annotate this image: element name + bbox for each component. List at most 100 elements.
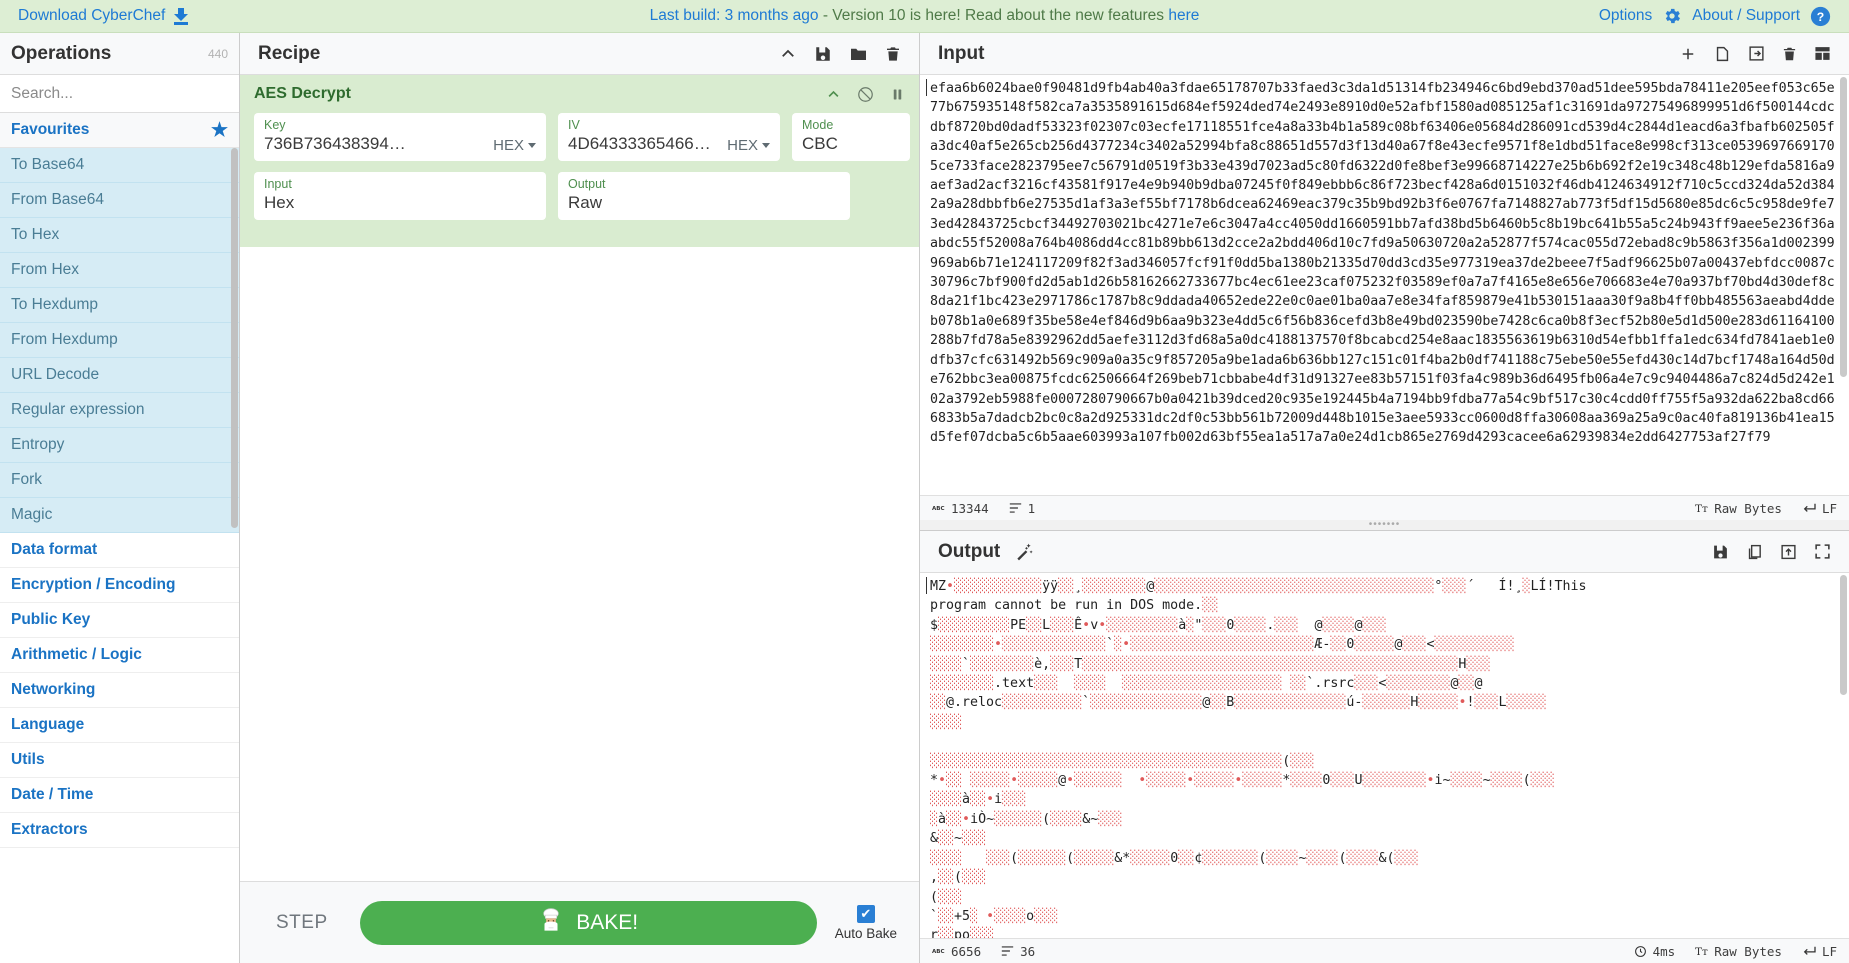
arg-mode-value[interactable]: CBC (802, 133, 900, 154)
options-link[interactable]: Options (1599, 7, 1652, 25)
category-extractors[interactable]: Extractors (0, 813, 239, 848)
category-language[interactable]: Language (0, 708, 239, 743)
control-char-glyph: ░░░░ (930, 792, 963, 808)
recipe-operation-name: AES Decrypt (254, 85, 351, 102)
gear-icon[interactable] (1662, 6, 1682, 26)
category-encryption-encoding[interactable]: Encryption / Encoding (0, 568, 239, 603)
input-line-ending[interactable]: LF (1802, 501, 1837, 516)
control-char-glyph: ░░ (938, 928, 955, 938)
bake-button[interactable]: BAKE! (359, 900, 817, 945)
control-char-glyph: ░░░░░░░░░░░░░░░░░░░░░░░ (1130, 637, 1315, 653)
save-icon[interactable] (1712, 543, 1729, 561)
output-title: Output (938, 540, 1001, 562)
input-scrollbar[interactable] (1840, 77, 1847, 377)
category-public-key[interactable]: Public Key (0, 603, 239, 638)
auto-bake-checkbox[interactable]: ✔ (856, 904, 875, 923)
operation-from-base64[interactable]: From Base64 (0, 183, 239, 218)
operation-fork[interactable]: Fork (0, 463, 239, 498)
operation-magic[interactable]: Magic (0, 498, 239, 533)
category-networking[interactable]: Networking (0, 673, 239, 708)
control-char-glyph: ░░ (1458, 676, 1475, 692)
trash-icon[interactable] (885, 45, 901, 63)
favourites-header[interactable]: Favourites ★ (0, 113, 239, 148)
operation-from-hexdump[interactable]: From Hexdump (0, 323, 239, 358)
control-char-glyph: ░░░░ (994, 908, 1027, 924)
operations-scrollbar[interactable] (231, 148, 238, 528)
control-char-glyph: ░░░░░░ (1074, 773, 1123, 789)
output-line: ░░░░░░░░.text░░░ ░░░░ ░░░░░░░░░░░░░░░░░░… (930, 676, 1483, 692)
output-line: ░░░░à░░•i░░░ (930, 792, 1027, 808)
tab-layout-icon[interactable] (1814, 45, 1831, 62)
download-cyberchef-link[interactable]: Download CyberChef (18, 7, 165, 25)
control-char-glyph: ░░░░ (930, 656, 963, 672)
control-char-glyph: ░░░░░ (1194, 773, 1235, 789)
about-support-link[interactable]: About / Support (1692, 7, 1800, 25)
input-status-bar: ABC 13344 1 Tт Raw Bytes LF (920, 495, 1849, 520)
operation-to-base64[interactable]: To Base64 (0, 148, 239, 183)
operation-entropy[interactable]: Entropy (0, 428, 239, 463)
category-arithmetic-logic[interactable]: Arithmetic / Logic (0, 638, 239, 673)
category-date-time[interactable]: Date / Time (0, 778, 239, 813)
save-icon[interactable] (814, 45, 832, 63)
control-char-glyph: ░░░░░░░░░░░░░░░░░░░░░░░░░░░░░░░░░░░░░░░░… (930, 753, 1283, 769)
control-char-glyph: ░░░ (986, 850, 1011, 866)
operation-url-decode[interactable]: URL Decode (0, 358, 239, 393)
chevron-up-icon[interactable] (779, 45, 797, 63)
input-header: Input (920, 33, 1849, 75)
operation-to-hexdump[interactable]: To Hexdump (0, 288, 239, 323)
arg-mode[interactable]: Mode CBC (792, 113, 910, 161)
arg-output-value[interactable]: Raw (568, 192, 840, 213)
pause-icon[interactable] (890, 87, 905, 102)
auto-bake-toggle[interactable]: ✔ Auto Bake (835, 904, 897, 941)
output-header: Output (920, 531, 1849, 573)
io-splitter[interactable]: ••••••• (920, 520, 1849, 530)
input-textarea[interactable]: efaa6b6024bae0f90481d9fb4ab40a3fdae65178… (920, 75, 1849, 495)
recipe-operation-aes-decrypt[interactable]: AES Decrypt Key 736B736438394… HEX IV 4D… (240, 75, 919, 247)
arg-input-format[interactable]: Input Hex (254, 172, 546, 220)
trash-icon[interactable] (1782, 45, 1797, 63)
arg-key-value[interactable]: 736B736438394… (264, 133, 485, 154)
operation-regular-expression[interactable]: Regular expression (0, 393, 239, 428)
category-data-format[interactable]: Data format (0, 533, 239, 568)
arg-key-unit-dropdown[interactable]: HEX (493, 137, 536, 154)
output-line-ending[interactable]: LF (1802, 944, 1837, 959)
arg-iv-unit-dropdown[interactable]: HEX (727, 137, 770, 154)
plus-icon[interactable] (1679, 45, 1697, 63)
arg-iv[interactable]: IV 4D64333365466… HEX (558, 113, 780, 161)
disable-icon[interactable] (857, 86, 874, 103)
download-icon[interactable] (173, 7, 189, 25)
output-textarea[interactable]: MZ•░░░░░░░░░░░ÿÿ░░¸░░░░░░░░@░░░░░░░░░░░░… (920, 573, 1849, 938)
magic-wand-icon[interactable] (1014, 542, 1034, 562)
import-icon[interactable] (1748, 45, 1765, 62)
control-char-glyph: • (946, 579, 955, 594)
arg-output-format[interactable]: Output Raw (558, 172, 850, 220)
output-encoding[interactable]: Tт Raw Bytes (1695, 944, 1782, 959)
category-utils[interactable]: Utils (0, 743, 239, 778)
output-scrollbar[interactable] (1840, 575, 1847, 695)
chevron-up-icon[interactable] (826, 87, 841, 102)
control-char-glyph: ░░ (1330, 637, 1347, 653)
arg-iv-value[interactable]: 4D64333365466… (568, 133, 719, 154)
bake-button-label: BAKE! (576, 910, 639, 934)
folder-open-icon[interactable] (1714, 45, 1731, 63)
search-input[interactable] (0, 75, 239, 113)
control-char-glyph: ░░ (1178, 850, 1195, 866)
control-char-glyph: • (938, 773, 947, 789)
new-features-link[interactable]: here (1168, 7, 1199, 24)
control-char-glyph: • (1122, 637, 1131, 653)
folder-icon[interactable] (849, 45, 868, 63)
maximize-icon[interactable] (1814, 543, 1831, 560)
step-button[interactable]: STEP (262, 904, 342, 942)
question-circle-icon[interactable]: ? (1810, 6, 1831, 27)
control-char-glyph: ░░░░░ (1418, 695, 1459, 711)
control-char-glyph: ░░░░░░░░ (930, 637, 995, 653)
arg-key[interactable]: Key 736B736438394… HEX (254, 113, 546, 161)
arg-input-value[interactable]: Hex (264, 192, 536, 213)
last-build-link[interactable]: Last build: 3 months ago (650, 7, 819, 24)
operation-to-hex[interactable]: To Hex (0, 218, 239, 253)
input-encoding[interactable]: Tт Raw Bytes (1695, 501, 1782, 516)
open-tab-icon[interactable] (1780, 543, 1797, 561)
arg-iv-label: IV (568, 118, 580, 132)
copy-icon[interactable] (1746, 543, 1763, 561)
operation-from-hex[interactable]: From Hex (0, 253, 239, 288)
